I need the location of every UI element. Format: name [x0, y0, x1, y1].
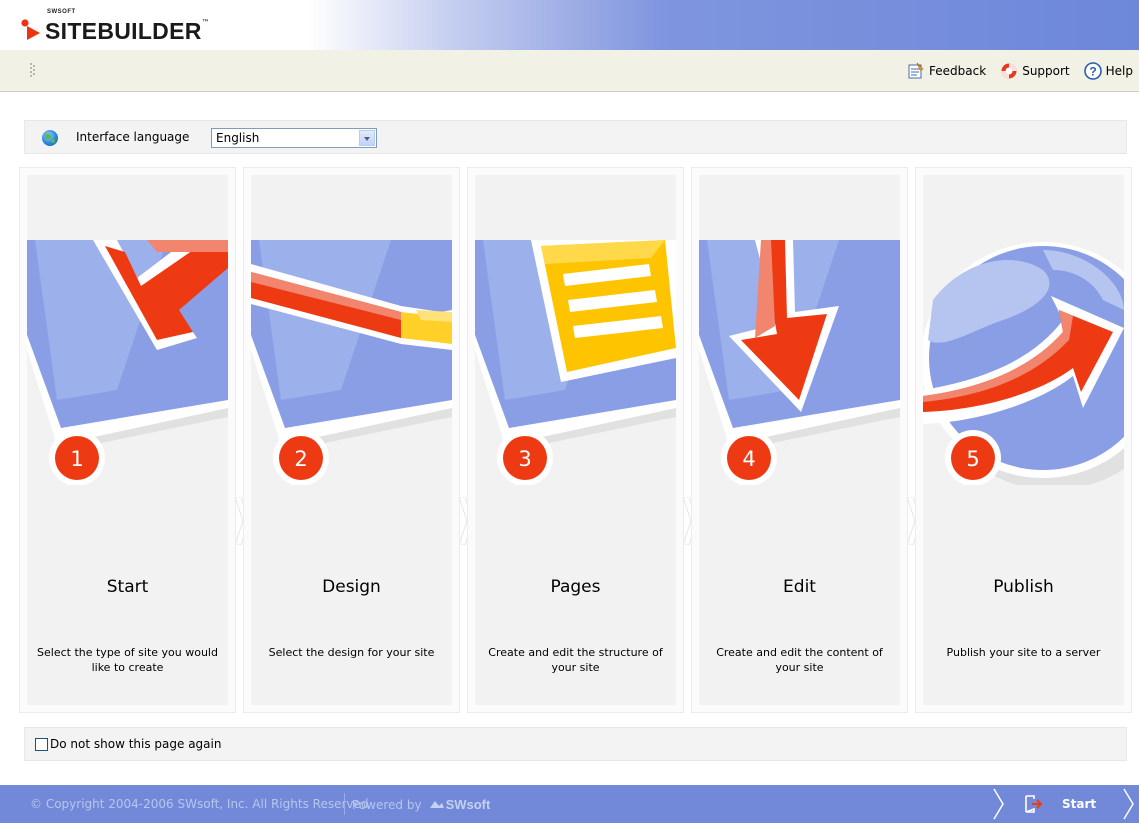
logo-trademark: ™	[201, 18, 210, 27]
language-selected-value: English	[216, 131, 260, 145]
app-header: SWSOFT SITEBUILDER™	[0, 0, 1139, 50]
dont-show-again-checkbox[interactable]	[35, 738, 48, 751]
chevron-down-icon[interactable]	[359, 130, 375, 146]
step-title: Pages	[550, 577, 601, 597]
language-select[interactable]: English	[211, 128, 377, 148]
support-button[interactable]: Support	[1000, 62, 1070, 80]
toolbar: Feedback Support ? Help	[0, 50, 1139, 92]
swsoft-logo: SWsoft	[429, 797, 491, 812]
wizard-steps: 1 Start Select the type of site you woul…	[19, 167, 1133, 715]
support-label: Support	[1022, 64, 1070, 78]
start-button[interactable]: Start	[990, 785, 1139, 823]
step-edit[interactable]: 4 Edit Create and edit the content of yo…	[691, 167, 908, 713]
swsoft-brand: SWsoft	[445, 797, 491, 812]
exit-arrow-icon	[1025, 795, 1043, 813]
powered-by: Powered by SWsoft	[352, 797, 490, 812]
step-number: 2	[294, 447, 307, 471]
step-pages[interactable]: 3 Pages Create and edit the structure of…	[467, 167, 684, 713]
logo-text: SITEBUILDER	[45, 18, 202, 44]
globe-icon	[42, 130, 58, 146]
step-description: Create and edit the content of your site	[716, 646, 883, 674]
swsoft-mark-icon	[429, 800, 444, 808]
step-title: Publish	[993, 577, 1054, 597]
feedback-icon	[908, 62, 924, 79]
publish-globe-icon: 5	[923, 242, 1124, 485]
logo-mark-icon	[21, 19, 40, 40]
start-cursor-icon: 1	[27, 240, 228, 485]
options-row: Do not show this page again	[24, 727, 1127, 761]
design-brush-icon: 2	[251, 240, 452, 485]
question-icon: ?	[1083, 62, 1102, 80]
start-button-label: Start	[1062, 797, 1097, 811]
step-publish[interactable]: 5 Publish Publish your site to a server	[915, 167, 1132, 713]
copyright-text: © Copyright 2004-2006 SWsoft, Inc. All R…	[30, 797, 369, 811]
step-design[interactable]: 2 Design Select the design for your site	[243, 167, 460, 713]
step-title: Design	[322, 577, 381, 597]
step-number: 4	[742, 447, 755, 471]
help-label: Help	[1105, 64, 1133, 78]
step-start[interactable]: 1 Start Select the type of site you woul…	[19, 167, 236, 713]
feedback-label: Feedback	[929, 64, 987, 78]
dont-show-again-label[interactable]: Do not show this page again	[50, 737, 221, 751]
sitebuilder-logo: SWSOFT SITEBUILDER™	[20, 8, 210, 44]
feedback-button[interactable]: Feedback	[907, 62, 986, 80]
language-label: Interface language	[76, 130, 190, 144]
step-number: 1	[70, 447, 83, 471]
lifebuoy-icon	[1001, 63, 1017, 79]
edit-arrow-icon: 4	[699, 240, 900, 485]
pages-document-icon: 3	[475, 240, 676, 485]
step-number: 3	[518, 447, 531, 471]
language-row: Interface language English	[24, 120, 1127, 154]
footer-divider	[344, 793, 345, 815]
svg-text:?: ?	[1089, 65, 1096, 79]
step-description: Select the type of site you would like t…	[37, 646, 218, 674]
help-button[interactable]: ? Help	[1083, 62, 1133, 80]
toolbar-grip[interactable]	[30, 62, 36, 78]
logo-company: SWSOFT	[47, 9, 76, 15]
step-description: Publish your site to a server	[946, 646, 1101, 659]
step-description: Create and edit the structure of your si…	[488, 646, 663, 674]
step-description: Select the design for your site	[268, 646, 435, 659]
step-title: Start	[106, 577, 149, 597]
app-footer: © Copyright 2004-2006 SWsoft, Inc. All R…	[0, 785, 1139, 823]
step-title: Edit	[783, 577, 816, 597]
powered-by-label: Powered by	[352, 797, 422, 812]
step-number: 5	[966, 447, 979, 471]
